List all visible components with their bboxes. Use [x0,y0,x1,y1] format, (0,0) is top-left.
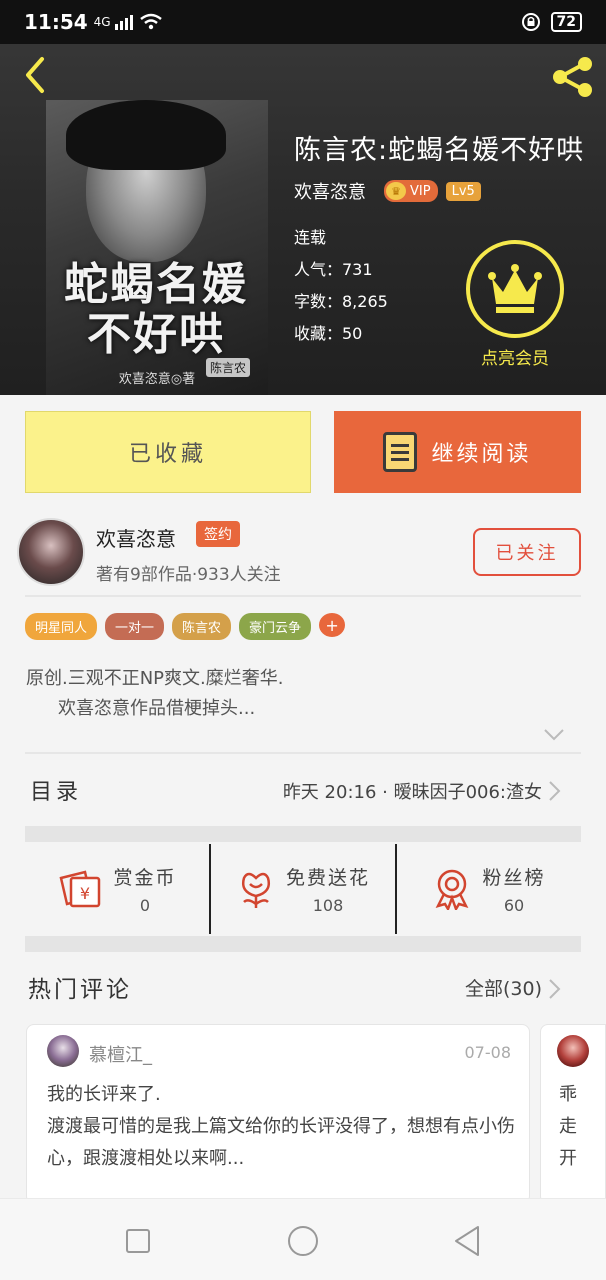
coin-envelope-icon: ¥ [59,870,101,908]
status-bar: 11:54 4G 72 [0,0,606,44]
tag-list: 明星同人 一对一 陈言农 豪门云争 + [25,613,346,640]
book-icon [383,432,418,472]
flower-icon [241,872,270,908]
stat-value: 60 [503,896,525,915]
commenter-avatar[interactable] [47,1035,79,1067]
cover-hair [66,100,226,170]
toc-title: 目录 [30,780,83,805]
serial-status: 连载 [294,228,327,247]
tag-item[interactable]: 一对一 [105,613,165,640]
stats-row: ¥ 赏金币 0 免费送花 108 粉丝榜 60 [25,844,581,934]
divider [25,595,581,597]
author-avatar[interactable] [17,518,85,586]
stat-tip-coins[interactable]: ¥ 赏金币 0 [25,844,209,934]
tag-item[interactable]: 陈言农 [172,613,232,640]
book-title: 陈言农:蛇蝎名媛不好哄 [294,135,585,166]
comment-date: 07-08 [464,1043,512,1062]
share-icon[interactable] [548,55,596,99]
section-separator [25,826,581,842]
author-card-name[interactable]: 欢喜恣意 [96,523,176,552]
commenter-name[interactable]: 慕檀江_ [89,1041,152,1067]
intro-line: 欢喜恣意作品借梗掉头... [58,698,256,719]
signal-bars-icon [114,15,133,30]
home-icon[interactable] [283,1221,323,1261]
commenter-avatar[interactable] [557,1035,589,1067]
stat-free-flowers[interactable]: 免费送花 108 [209,844,395,934]
system-nav-bar [0,1198,606,1280]
continue-reading-label: 继续阅读 [431,442,532,467]
lock-rotation-icon [521,13,540,31]
divider [25,752,581,754]
followed-button[interactable]: 已关注 [473,528,581,576]
book-header: 11:54 4G 72 蛇蝎名媛不好哄 陈言农 欢喜恣意◎著 陈言农:蛇蝎名媛不… [0,0,606,395]
comment-text: 乖走开 [559,1084,577,1169]
author-info: 著有9部作品·933人关注 [96,565,281,585]
favorited-button[interactable]: 已收藏 [25,411,311,493]
stat-label: 粉丝榜 [482,867,546,889]
favorite-count: 收藏：50 [294,324,363,343]
recent-apps-icon[interactable] [118,1221,158,1261]
chevron-down-icon[interactable] [543,728,565,742]
comment-card[interactable]: 慕檀江_ 07-08 我的长评来了. 渡渡最可惜的是我上篇文给你的长评没得了，想… [26,1024,530,1204]
status-time: 11:54 [24,10,88,34]
vip-label: VIP [410,183,431,199]
stat-value: 108 [312,896,344,915]
crown-icon: ♛ [386,182,406,200]
table-of-contents-row[interactable]: 目录 昨天 20:16 · 暧昧因子006:渣女 [0,760,606,820]
back-arrow-icon[interactable] [18,55,58,95]
stat-label: 赏金币 [113,867,177,889]
stat-value: 0 [139,896,151,915]
cover-author: 欢喜恣意◎著 [118,372,196,387]
network-signal-indicator: 4G [93,15,111,29]
book-cover[interactable]: 蛇蝎名媛不好哄 陈言农 欢喜恣意◎著 [46,100,268,395]
stat-label: 免费送花 [285,867,370,889]
book-intro[interactable]: 原创.三观不正NP爽文.糜烂奢华. 欢喜恣意作品借梗掉头... [26,664,566,724]
author-card[interactable]: 欢喜恣意 签约 著有9部作品·933人关注 已关注 [0,510,606,600]
author-row: 欢喜恣意 ♛ VIP Lv5 [294,178,481,204]
stat-fan-rank[interactable]: 粉丝榜 60 [395,844,581,934]
crown-icon [488,264,542,313]
word-count: 字数：8,265 [294,292,388,311]
svg-text:¥: ¥ [80,884,90,903]
signed-badge: 签约 [196,521,240,547]
battery-indicator: 72 [550,12,582,32]
intro-line: 原创.三观不正NP爽文.糜烂奢华. [26,668,284,689]
cover-title: 蛇蝎名媛不好哄 [64,259,248,360]
level-badge: Lv5 [445,181,481,201]
member-label[interactable]: 点亮会员 [460,344,570,369]
vip-badge: ♛ VIP [384,180,438,202]
chevron-right-icon [549,781,561,801]
section-separator [25,936,581,952]
tag-item[interactable]: 明星同人 [25,613,98,640]
wifi-icon [139,13,162,30]
tag-item[interactable]: 豪门云争 [239,613,312,640]
member-crown-button[interactable] [466,240,564,338]
comment-card[interactable]: 乖走开 [540,1024,606,1204]
popularity: 人气：731 [294,260,373,279]
latest-chapter[interactable]: 昨天 20:16 · 暧昧因子006:渣女 [283,778,542,804]
author-name[interactable]: 欢喜恣意 [294,178,366,204]
medal-icon [436,869,469,910]
all-comments-link[interactable]: 全部(30) [465,974,542,1001]
continue-reading-button[interactable]: 继续阅读 [334,411,581,493]
chevron-right-icon[interactable] [548,978,562,1000]
comment-text: 我的长评来了. 渡渡最可惜的是我上篇文给你的长评没得了，想想有点小伤心，跟渡渡相… [47,1084,515,1169]
hot-comments-title: 热门评论 [28,977,132,1003]
add-tag-button[interactable]: + [319,613,346,637]
back-icon[interactable] [448,1221,488,1261]
